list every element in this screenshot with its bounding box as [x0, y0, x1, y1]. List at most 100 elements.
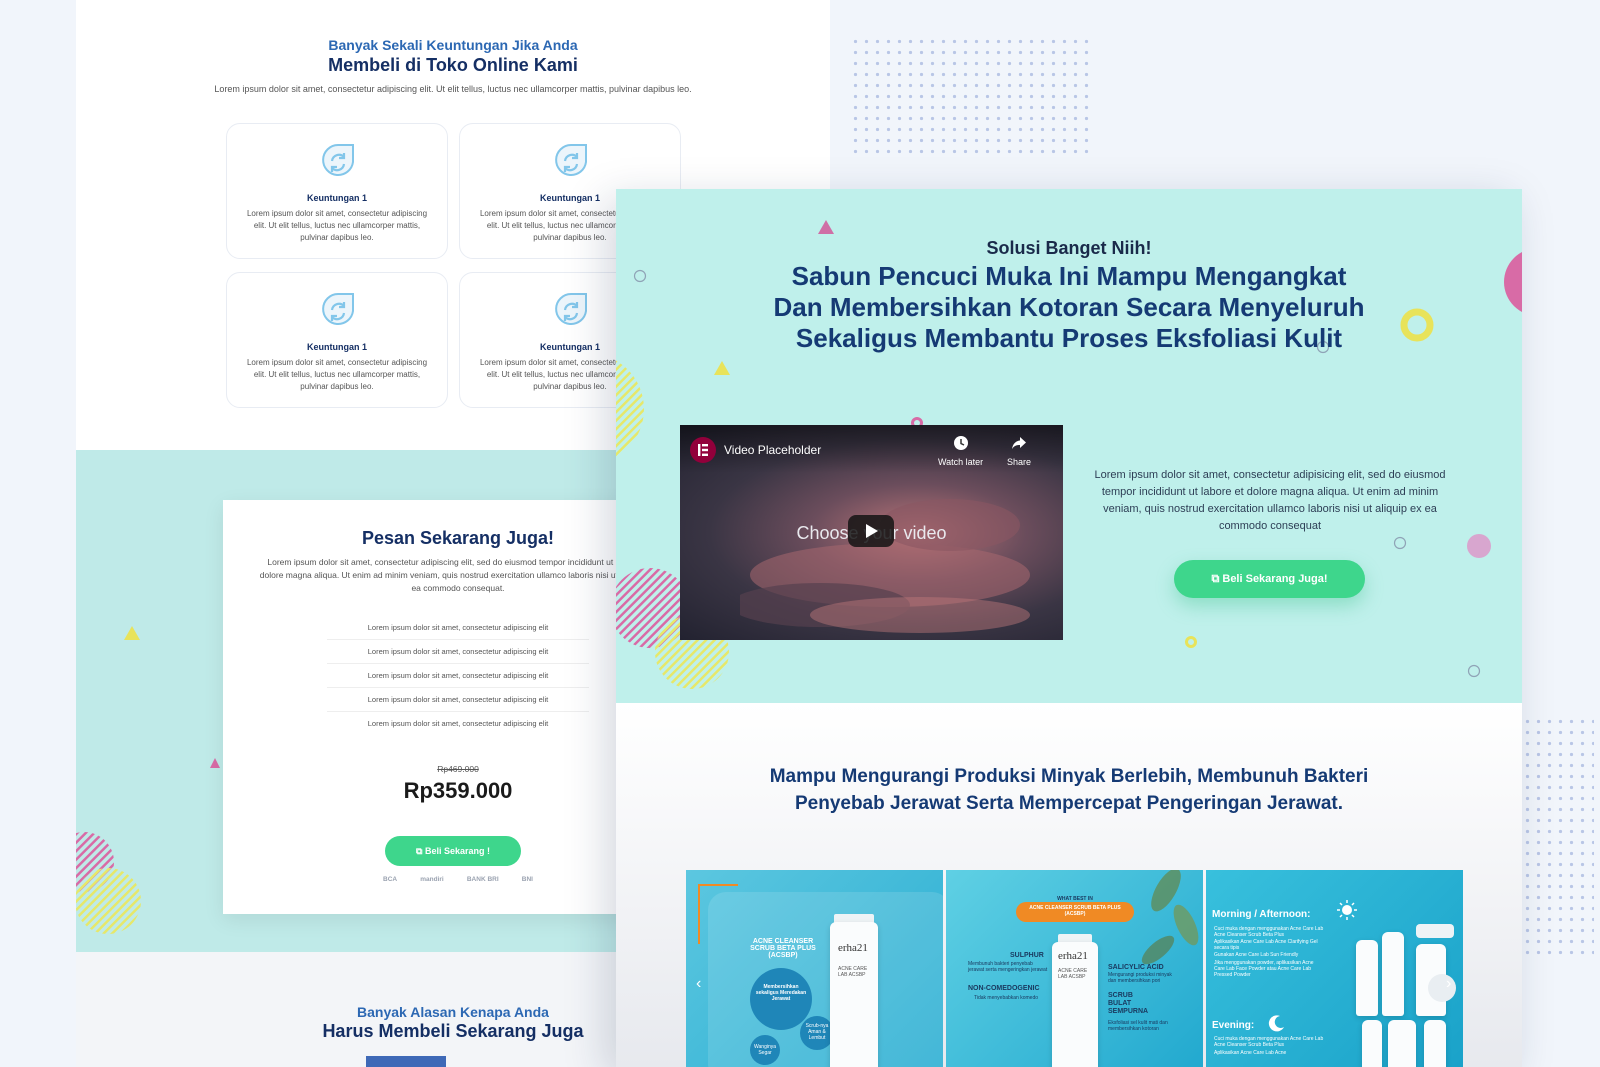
- what-best-title: ACNE CLEANSER SCRUB BETA PLUS (ACSBP): [1029, 905, 1121, 917]
- what-best-label: WHAT BEST IN: [1057, 896, 1093, 902]
- morning-routine-title: Morning / Afternoon:: [1212, 909, 1311, 920]
- external-link-icon: ⧉: [416, 846, 423, 856]
- front-landing-page: Solusi Banget Niih! Sabun Pencuci Muka I…: [616, 189, 1522, 1067]
- product-title-label: ACNE CLEANSER SCRUB BETA PLUS (ACSBP): [750, 938, 816, 959]
- sun-icon: [1337, 900, 1357, 920]
- moon-icon: [1268, 1015, 1284, 1032]
- video-title: Video Placeholder: [724, 443, 822, 457]
- watch-later-button[interactable]: Watch later: [938, 435, 983, 467]
- benefit-card-text: Lorem ipsum dolor sit amet, consectetur …: [246, 209, 428, 242]
- reasons-tab-block: [366, 1056, 446, 1067]
- morning-step: Jika menggunakan powder, aplikasikan Acn…: [1214, 960, 1314, 978]
- product-brand: erha21: [1058, 950, 1088, 962]
- refresh-icon: [322, 144, 354, 176]
- product-bubble-text: Membersihkan sekaligus Meredakan Jerawat: [755, 984, 807, 1002]
- play-icon: [866, 524, 878, 538]
- product-bottle-image: [1382, 932, 1404, 1016]
- sulphur-text: Membunuh bakteri penyebab jerawat serta …: [968, 961, 1048, 973]
- order-description: Lorem ipsum dolor sit amet, consectetur …: [259, 557, 657, 593]
- benefit-card: Keuntungan 1 Lorem ipsum dolor sit amet,…: [226, 123, 448, 259]
- order-feature-item: Lorem ipsum dolor sit amet, consectetur …: [327, 688, 589, 712]
- buy-now-cta-label: Beli Sekarang Juga!: [1222, 573, 1328, 585]
- evening-step: Aplikasikan Acne Care Lab Acne: [1214, 1050, 1287, 1056]
- play-button[interactable]: [848, 515, 894, 547]
- salicylic-text: Mengurangi produksi minyak dan membersih…: [1108, 972, 1172, 984]
- product-tube-image: erha21 ACNE CARE LAB ACSBP: [830, 922, 878, 1067]
- product-jar-image: [1428, 974, 1456, 1002]
- dot-grid-right: [1522, 716, 1594, 956]
- bank-logo-mandiri: mandiri: [420, 876, 444, 883]
- yellow-ring-decoration: [1185, 636, 1197, 648]
- ring-decoration: [633, 269, 647, 283]
- bank-logos: BCA mandiri BANK BRI BNI: [383, 876, 533, 883]
- sulphur-label: SULPHUR: [1010, 952, 1044, 959]
- benefit-card: Keuntungan 1 Lorem ipsum dolor sit amet,…: [226, 272, 448, 408]
- pink-dot-decoration: [1467, 534, 1491, 558]
- product-tube-text: ACNE CARE LAB ACSBP: [838, 966, 868, 978]
- product-bubble-small-text: Scrub-nya Aman & Lembut: [805, 1023, 829, 1041]
- product-bottle-image: [1388, 1020, 1416, 1067]
- evening-routine-title: Evening:: [1212, 1020, 1255, 1031]
- dot-grid-top: [850, 36, 1094, 154]
- refresh-icon: [555, 144, 587, 176]
- share-arrow-icon: [1012, 437, 1027, 449]
- carousel-next-arrow[interactable]: ›: [1446, 975, 1451, 993]
- product-tube-text: ACNE CARE LAB ACSBP: [1058, 968, 1088, 980]
- order-feature-list: Lorem ipsum dolor sit amet, consectetur …: [327, 616, 589, 736]
- non-comedogenic-label: NON-COMEDOGENIC: [968, 985, 1040, 992]
- buy-now-button[interactable]: ⧉ Beli Sekarang !: [385, 836, 521, 866]
- morning-step: Cuci muka dengan menggunakan Acne Care L…: [1214, 926, 1324, 938]
- product-bubble-small2-text: Wanginya Segar: [753, 1044, 777, 1056]
- refresh-icon: [555, 293, 587, 325]
- morning-step: Gunakan Acne Care Lab Sun Friendly: [1214, 952, 1299, 958]
- order-feature-item: Lorem ipsum dolor sit amet, consectetur …: [327, 664, 589, 688]
- bank-logo-bca: BCA: [383, 876, 398, 883]
- bank-logo-bni: BNI: [521, 876, 533, 883]
- striped-circle-decoration: [76, 868, 141, 934]
- hero-subtitle: Solusi Banget Niih!: [986, 238, 1152, 258]
- benefit-card-title: Keuntungan 1: [307, 342, 367, 352]
- yellow-ring-decoration: [1400, 308, 1434, 342]
- benefits-heading: Mampu Mengurangi Produksi Minyak Berlebi…: [769, 766, 1369, 814]
- salicylic-label: SALICYLIC ACID: [1108, 964, 1164, 971]
- hero-title: Sabun Pencuci Muka Ini Mampu Mengangkat …: [773, 261, 1365, 353]
- ring-decoration: [1467, 664, 1481, 678]
- ring-decoration: [1393, 536, 1407, 550]
- morning-step: Aplikasikan Acne Care Lab Acne Clarifyin…: [1214, 939, 1318, 951]
- product-tube-image: erha21 ACNE CARE LAB ACSBP: [1052, 942, 1098, 1067]
- benefits-description: Lorem ipsum dolor sit amet, consectetur …: [214, 84, 692, 94]
- product-bottle-image: [1362, 1020, 1382, 1067]
- share-label: Share: [1007, 457, 1032, 467]
- video-cloud-background: [740, 499, 1030, 633]
- scrub-label: SCRUB BULAT SEMPURNA: [1108, 992, 1149, 1015]
- order-feature-item: Lorem ipsum dolor sit amet, consectetur …: [327, 616, 589, 640]
- triangle-decoration: [818, 220, 834, 234]
- striped-semicircle-decoration: [616, 360, 644, 458]
- product-brand: erha21: [838, 942, 868, 954]
- product-image-tile: WHAT BEST IN ACNE CLEANSER SCRUB BETA PL…: [946, 870, 1203, 1067]
- order-feature-item: Lorem ipsum dolor sit amet, consectetur …: [327, 640, 589, 664]
- benefit-card-text: Lorem ipsum dolor sit amet, consectetur …: [246, 358, 428, 391]
- bank-logo-bri: BANK BRI: [466, 876, 499, 883]
- carousel-prev-arrow[interactable]: ‹: [696, 975, 701, 993]
- clock-icon: [953, 436, 968, 450]
- order-feature-item: Lorem ipsum dolor sit amet, consectetur …: [367, 719, 549, 728]
- product-bottle-image: [1356, 940, 1378, 1016]
- buy-now-button-label: Beli Sekarang !: [424, 846, 490, 856]
- watch-later-label: Watch later: [938, 457, 984, 467]
- benefit-card-title: Keuntungan 1: [307, 193, 367, 203]
- elementor-logo-icon: [690, 437, 716, 463]
- share-button[interactable]: Share: [1007, 435, 1031, 467]
- evening-step: Cuci muka dengan menggunakan Acne Care L…: [1214, 1036, 1324, 1048]
- product-bottle-image: [1424, 1020, 1446, 1067]
- video-player[interactable]: Video Placeholder Watch later Share Choo…: [680, 425, 1063, 640]
- triangle-decoration: [714, 361, 730, 375]
- refresh-icon: [322, 293, 354, 325]
- benefits-title: Membeli di Toko Online Kami: [328, 55, 578, 75]
- triangle-decoration: [124, 626, 140, 640]
- benefits-subtitle: Banyak Sekali Keuntungan Jika Anda: [328, 37, 578, 53]
- scrub-text: Eksfoliasi sel kulit mati dan membersihk…: [1108, 1020, 1168, 1032]
- hero-description: Lorem ipsum dolor sit amet, consectetur …: [1094, 469, 1446, 532]
- product-image-tile: ACNE CLEANSER SCRUB BETA PLUS (ACSBP) Me…: [686, 870, 943, 1067]
- buy-now-cta-button[interactable]: ⧉ Beli Sekarang Juga!: [1174, 560, 1365, 598]
